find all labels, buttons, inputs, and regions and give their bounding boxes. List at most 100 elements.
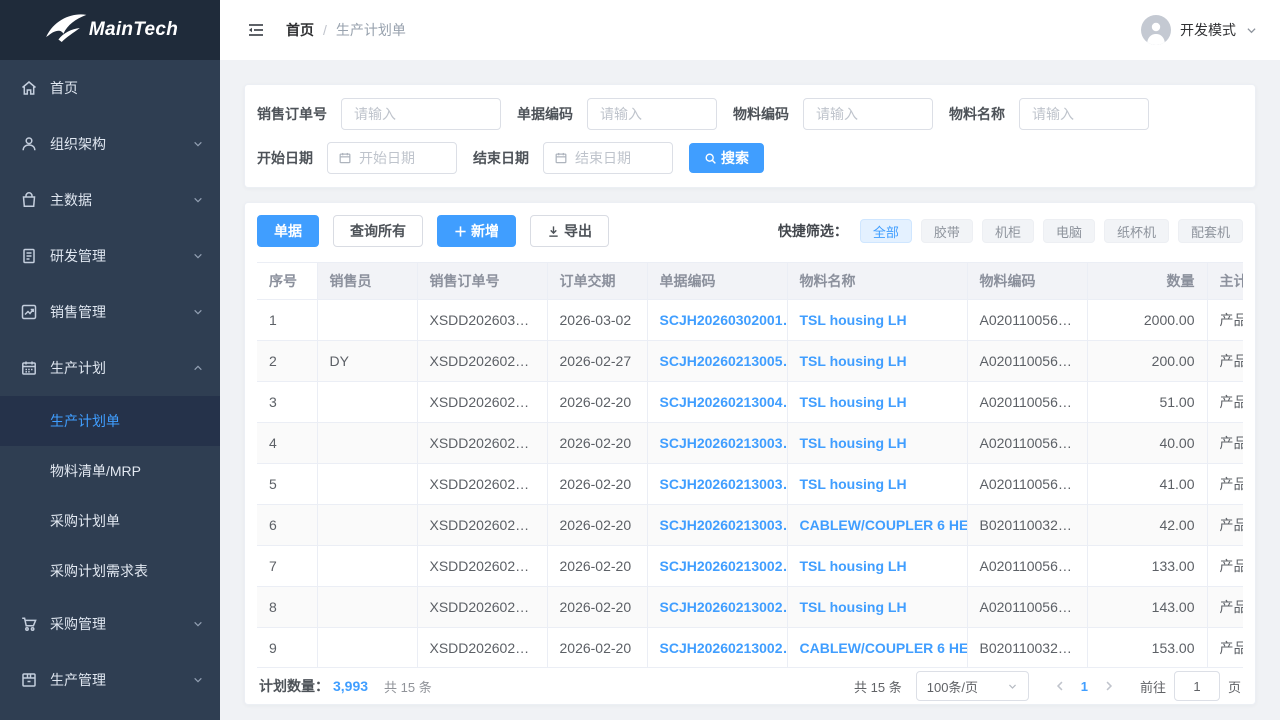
sidebar-subitem-purchase-plan[interactable]: 采购计划单 [0, 496, 220, 546]
end-date-input[interactable] [575, 150, 662, 166]
cell-seller [317, 422, 417, 463]
user-avatar-icon [1145, 19, 1167, 45]
cell-material-name: TSL housing LH [787, 545, 967, 586]
material-name-link[interactable]: TSL housing LH [800, 353, 907, 369]
sidebar-subitem-purchase-plan-demand[interactable]: 采购计划需求表 [0, 546, 220, 596]
sidebar-subitem-production-plan-list[interactable]: 生产计划单 [0, 396, 220, 446]
chevron-down-icon [192, 618, 204, 630]
table-scroll-area[interactable]: 序号 销售员 销售订单号 订单交期 单据编码 物料名称 物料编码 数量 主计 [257, 262, 1243, 667]
material-name-link[interactable]: TSL housing LH [800, 312, 907, 328]
home-icon [20, 79, 38, 97]
quick-filter-chip-all[interactable]: 全部 [860, 219, 912, 243]
doc-code-link[interactable]: SCJH20260302001… [660, 312, 788, 328]
cell-due-date: 2026-02-20 [547, 545, 647, 586]
sidebar-subitem-bom-mrp[interactable]: 物料清单/MRP [0, 446, 220, 496]
cell-sales-order: XSDD202602… [417, 586, 547, 627]
sidebar-item-master-data[interactable]: 主数据 [0, 172, 220, 228]
calendar-icon [20, 359, 38, 377]
cell-due-date: 2026-02-20 [547, 463, 647, 504]
sidebar-item-sales-management[interactable]: 销售管理 [0, 284, 220, 340]
chart-icon [20, 303, 38, 321]
material-name-link[interactable]: TSL housing LH [800, 558, 907, 574]
sidebar-item-production-management[interactable]: 生产管理 [0, 652, 220, 708]
chevron-down-icon [192, 250, 204, 262]
logo: MainTech [0, 0, 220, 60]
chevron-down-icon [192, 194, 204, 206]
material-name-input[interactable] [1019, 98, 1149, 130]
next-page-icon[interactable] [1102, 679, 1116, 693]
cell-due-date: 2026-02-20 [547, 504, 647, 545]
quick-filter-chip[interactable]: 纸杯机 [1104, 219, 1169, 243]
doc-code-link[interactable]: SCJH20260213002… [660, 558, 788, 574]
cell-due-date: 2026-02-20 [547, 381, 647, 422]
cell-index: 7 [257, 545, 317, 586]
doc-code-link[interactable]: SCJH20260213002… [660, 640, 788, 656]
doc-code-link[interactable]: SCJH20260213002… [660, 599, 788, 615]
total-count: 共 15 条 [384, 677, 432, 696]
cell-index: 5 [257, 463, 317, 504]
material-name-link[interactable]: TSL housing LH [800, 599, 907, 615]
export-button[interactable]: 导出 [530, 215, 609, 247]
sidebar-item-purchase-management[interactable]: 采购管理 [0, 596, 220, 652]
goto-label: 前往 [1140, 677, 1166, 696]
bag-icon [20, 191, 38, 209]
doc-code-link[interactable]: SCJH20260213005… [660, 353, 788, 369]
doc-code-link[interactable]: SCJH20260213003… [660, 517, 788, 533]
material-name-link[interactable]: TSL housing LH [800, 435, 907, 451]
material-name-link[interactable]: TSL housing LH [800, 394, 907, 410]
end-date-picker[interactable] [543, 142, 673, 174]
prev-page-icon[interactable] [1053, 679, 1067, 693]
start-date-picker[interactable] [327, 142, 457, 174]
download-icon [547, 225, 560, 238]
table-row: 5 XSDD202602… 2026-02-20 SCJH20260213003… [257, 463, 1243, 504]
doc-button[interactable]: 单据 [257, 215, 319, 247]
doc-code-link[interactable]: SCJH20260213004… [660, 394, 788, 410]
cell-sales-order: XSDD202602… [417, 545, 547, 586]
start-date-input[interactable] [359, 150, 446, 166]
page-number[interactable]: 1 [1075, 679, 1094, 694]
quick-filter-chip[interactable]: 机柜 [982, 219, 1034, 243]
chevron-up-icon [192, 362, 204, 374]
sidebar-item-organization[interactable]: 组织架构 [0, 116, 220, 172]
user-menu[interactable]: 开发模式 [1141, 15, 1258, 45]
cell-qty: 200.00 [1087, 340, 1207, 381]
col-header-material-code: 物料编码 [967, 263, 1087, 299]
sidebar-fold-icon[interactable] [246, 20, 266, 40]
col-header-index: 序号 [257, 263, 317, 299]
cell-seller [317, 299, 417, 340]
table-header-row: 序号 销售员 销售订单号 订单交期 单据编码 物料名称 物料编码 数量 主计 [257, 263, 1243, 299]
user-icon [20, 135, 38, 153]
plan-summary: 计划数量： 3,993 共 15 条 [259, 676, 432, 696]
main-area: 首页 / 生产计划单 开发模式 销售订单号 [220, 0, 1280, 720]
material-name-link[interactable]: CABLEW/COUPLER 6 HE [800, 517, 968, 533]
add-button[interactable]: 新增 [437, 215, 516, 247]
material-name-link[interactable]: CABLEW/COUPLER 6 HE [800, 640, 968, 656]
material-name-link[interactable]: TSL housing LH [800, 476, 907, 492]
breadcrumb-home[interactable]: 首页 [286, 20, 314, 40]
goto-page-input[interactable] [1174, 671, 1220, 701]
material-code-input[interactable] [803, 98, 933, 130]
doc-code-link[interactable]: SCJH20260213003… [660, 435, 788, 451]
topbar: 首页 / 生产计划单 开发模式 [220, 0, 1280, 60]
search-button[interactable]: 搜索 [689, 143, 764, 173]
sidebar-item-production-plan[interactable]: 生产计划 [0, 340, 220, 396]
chevron-down-icon [1007, 681, 1018, 692]
cell-plan-type: 产品 [1207, 381, 1243, 422]
quick-filter-chip[interactable]: 胶带 [921, 219, 973, 243]
sales-order-input[interactable] [341, 98, 501, 130]
query-all-button[interactable]: 查询所有 [333, 215, 423, 247]
table-row: 3 XSDD202602… 2026-02-20 SCJH20260213004… [257, 381, 1243, 422]
page-size-select[interactable]: 100条/页 [916, 671, 1029, 701]
doc-code-link[interactable]: SCJH20260213003… [660, 476, 788, 492]
sidebar-subitem-label: 采购计划单 [50, 511, 120, 531]
cell-doc-code: SCJH20260213002… [647, 586, 787, 627]
quick-filter-chip[interactable]: 电脑 [1043, 219, 1095, 243]
quick-filter-chip[interactable]: 配套机 [1178, 219, 1243, 243]
table-card: 单据 查询所有 新增 导出 快捷筛选： 全部 胶带 机柜 [244, 202, 1256, 705]
cell-plan-type: 产品 [1207, 422, 1243, 463]
sidebar-item-rd-management[interactable]: 研发管理 [0, 228, 220, 284]
sidebar-item-home[interactable]: 首页 [0, 60, 220, 116]
filter-start-date: 开始日期 [257, 142, 457, 174]
cell-material-code: A020110056… [967, 340, 1087, 381]
doc-code-input[interactable] [587, 98, 717, 130]
